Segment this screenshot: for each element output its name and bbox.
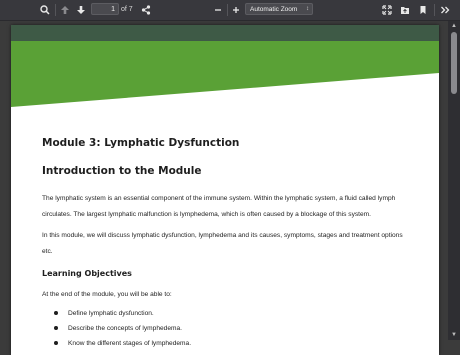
objective-text: Define lymphatic dysfunction. [68,310,154,317]
header-banner-graphic [11,25,439,107]
toolbar-separator [227,4,228,16]
objective-text: Know the different stages of lymphedema. [68,340,192,347]
objectives-list: Define lymphatic dysfunction. Describe t… [42,306,414,351]
toolbar-separator [434,4,435,16]
intro-paragraph: The lymphatic system is an essential com… [42,195,396,218]
toolbar-separator [55,4,56,16]
scrollbar-thumb[interactable] [451,32,457,94]
bookmark-icon[interactable] [416,3,430,17]
zoom-in-icon[interactable] [229,3,243,17]
scroll-down-arrow-icon[interactable]: ▼ [448,330,460,340]
vertical-scrollbar[interactable]: ▲ ▼ [448,21,460,340]
zoom-out-icon[interactable] [211,3,225,17]
open-file-icon[interactable] [398,3,412,17]
objectives-intro: At the end of the module, you will be ab… [42,291,172,298]
arrow-down-icon[interactable] [74,3,88,17]
document-viewer[interactable]: Module 3: Lymphatic Dysfunction Introduc… [0,21,448,355]
pdf-toolbar: 1 of 7 Automatic Zoom ↕ [0,0,460,21]
module-overview-paragraph: In this module, we will discuss lymphati… [42,232,403,255]
zoom-select-label: Automatic Zoom [250,6,298,13]
page-count-label: of 7 [121,6,133,13]
list-item: Describe the concepts of lymphedema. [42,321,414,336]
scroll-up-arrow-icon[interactable]: ▲ [448,21,460,31]
page-number-input[interactable]: 1 [91,3,119,15]
objective-text: Describe the concepts of lymphedema. [68,325,182,332]
more-tools-icon[interactable] [438,3,452,17]
objectives-heading: Learning Objectives [42,269,132,278]
select-arrows-icon: ↕ [306,6,309,12]
pdf-page: Module 3: Lymphatic Dysfunction Introduc… [11,25,439,355]
zoom-select[interactable]: Automatic Zoom ↕ [245,3,313,15]
share-icon[interactable] [139,3,153,17]
fullscreen-icon[interactable] [380,3,394,17]
bullet-icon [54,326,58,330]
search-icon[interactable] [38,3,52,17]
module-title: Module 3: Lymphatic Dysfunction [42,137,240,149]
arrow-up-icon[interactable] [58,3,72,17]
list-item: Define lymphatic dysfunction. [42,306,414,321]
list-item: Know the different stages of lymphedema. [42,336,414,351]
page-content: Module 3: Lymphatic Dysfunction Introduc… [42,137,414,351]
bullet-icon [54,341,58,345]
intro-heading: Introduction to the Module [42,165,202,177]
bullet-icon [54,311,58,315]
